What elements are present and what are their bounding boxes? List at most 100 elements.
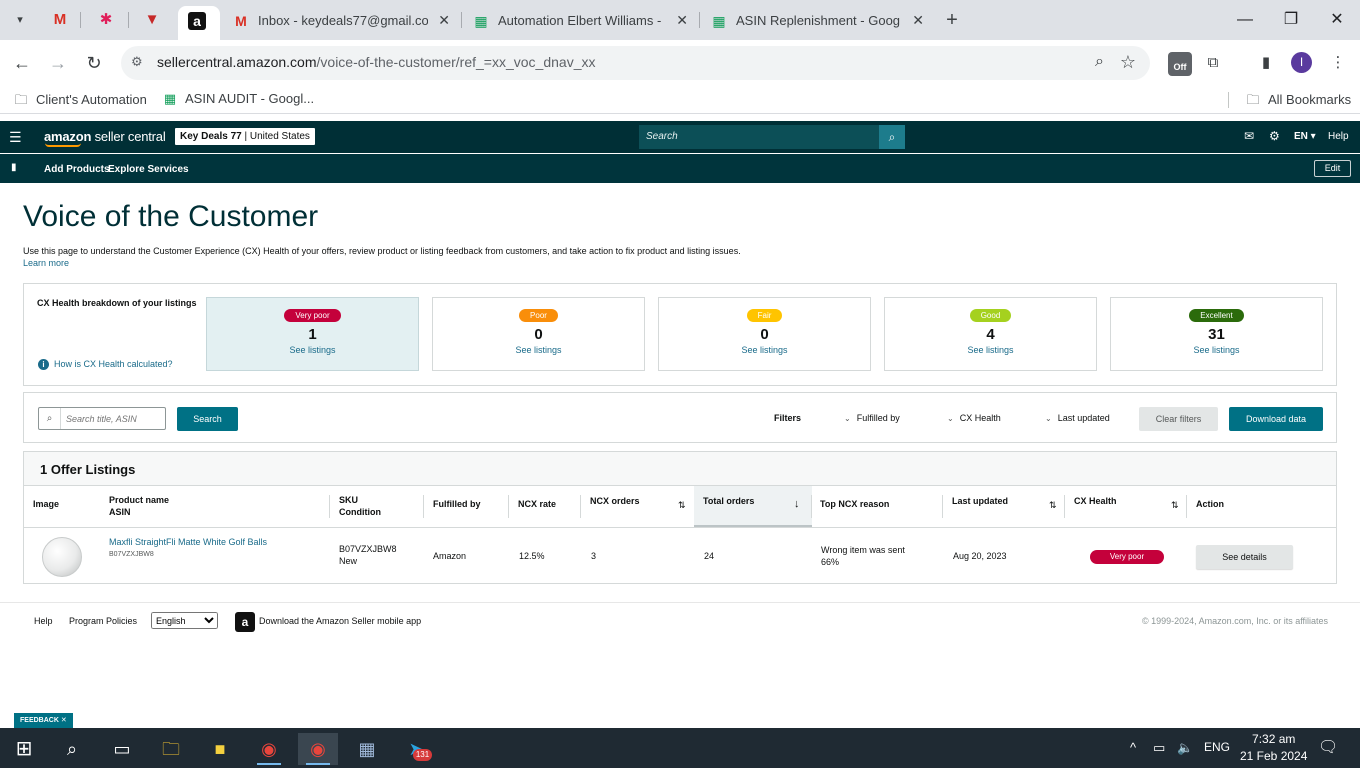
bookmark-clients-automation[interactable]: 🗀 Client's Automation: [12, 91, 146, 113]
cx-card-good[interactable]: Good 4 See listings: [884, 297, 1097, 371]
language-select[interactable]: English: [151, 612, 218, 629]
col-fulfilled-by[interactable]: Fulfilled by: [433, 499, 481, 509]
bookmark-asin-audit[interactable]: ▦ ASIN AUDIT - Googl...: [161, 91, 314, 107]
download-app-link[interactable]: Download the Amazon Seller mobile app: [259, 616, 421, 626]
golf-ball-product-image[interactable]: [42, 537, 82, 577]
learn-more-link[interactable]: Learn more: [23, 258, 69, 268]
profile-avatar[interactable]: I: [1291, 52, 1312, 73]
see-details-button[interactable]: See details: [1196, 545, 1293, 569]
hamburger-menu-icon[interactable]: ☰: [9, 129, 22, 146]
slack-pinned-tab-icon[interactable]: ✱: [94, 8, 118, 32]
cx-card-fair[interactable]: Fair 0 See listings: [658, 297, 871, 371]
sort-icon[interactable]: ⇅: [678, 500, 686, 511]
col-last-updated[interactable]: Last updated: [952, 496, 1008, 506]
download-data-button[interactable]: Download data: [1229, 407, 1323, 431]
new-tab-icon[interactable]: +: [942, 8, 962, 32]
clear-filters-button[interactable]: Clear filters: [1139, 407, 1218, 431]
see-listings-link[interactable]: See listings: [659, 345, 870, 355]
zoom-icon[interactable]: ⌕: [1095, 53, 1104, 71]
mail-icon[interactable]: ✉: [1244, 129, 1254, 143]
bookmark-star-icon[interactable]: ☆: [1120, 52, 1136, 73]
col-cx-health[interactable]: CX Health: [1074, 496, 1117, 506]
col-product-name[interactable]: Product name ASIN: [109, 494, 169, 518]
search-icon[interactable]: ⌕: [879, 125, 905, 149]
search-icon[interactable]: ⌕: [52, 733, 92, 765]
see-listings-link[interactable]: See listings: [1111, 345, 1322, 355]
sticky-notes-icon[interactable]: ■: [200, 733, 240, 765]
header-search-input[interactable]: Search: [639, 125, 879, 149]
search-button[interactable]: Search: [177, 407, 238, 431]
windows-start-icon[interactable]: ⊞: [4, 733, 44, 765]
volume-icon[interactable]: 🔈: [1177, 740, 1193, 756]
language-selector[interactable]: EN ▾: [1294, 131, 1316, 142]
url-text[interactable]: sellercentral.amazon.com/voice-of-the-cu…: [157, 54, 595, 70]
see-listings-link[interactable]: See listings: [885, 345, 1096, 355]
side-panel-icon[interactable]: ▮: [1255, 52, 1277, 74]
cx-health-filter[interactable]: ⌄ CX Health: [947, 413, 1001, 423]
forward-icon[interactable]: →: [46, 51, 70, 75]
all-bookmarks[interactable]: 🗀 All Bookmarks: [1244, 91, 1351, 113]
desktop-app-icon[interactable]: ▭: [102, 733, 142, 765]
asin-text: B07VZXJBW8: [109, 551, 154, 558]
header-help-link[interactable]: Help: [1328, 131, 1349, 142]
close-icon[interactable]: ✕: [438, 12, 450, 29]
chrome-profile-icon[interactable]: ◉: [298, 733, 338, 765]
notifications-icon[interactable]: 🗨: [1318, 737, 1338, 757]
col-total-orders[interactable]: Total orders: [703, 496, 754, 506]
col-ncx-rate[interactable]: NCX rate: [518, 499, 556, 509]
col-ncx-orders[interactable]: NCX orders: [590, 496, 640, 506]
vpn-pinned-tab-icon[interactable]: ▼: [140, 8, 164, 32]
add-products-link[interactable]: Add Products: [44, 164, 110, 175]
calculator-icon[interactable]: ▦: [347, 733, 387, 765]
program-policies-link[interactable]: Program Policies: [69, 616, 137, 626]
chrome-icon[interactable]: ◉: [249, 733, 289, 765]
cx-card-very-poor[interactable]: Very poor 1 See listings: [206, 297, 419, 371]
close-icon[interactable]: ✕: [676, 12, 688, 29]
tab-automation-sheet[interactable]: ▦ Automation Elbert Williams - Go ✕: [462, 6, 698, 40]
listing-search-field[interactable]: ⌕: [38, 407, 166, 430]
gmail-pinned-tab-icon[interactable]: M: [48, 8, 72, 32]
reload-icon[interactable]: ↻: [82, 51, 106, 75]
gear-icon[interactable]: ⚙: [1269, 129, 1280, 143]
feedback-button[interactable]: FEEDBACK ✕: [14, 713, 73, 728]
col-sku[interactable]: SKU Condition: [339, 494, 381, 518]
col-top-ncx-reason[interactable]: Top NCX reason: [820, 499, 889, 509]
input-language[interactable]: ENG: [1204, 740, 1230, 754]
restore-icon[interactable]: ❐: [1276, 8, 1306, 32]
taskbar-clock[interactable]: 7:32 am 21 Feb 2024: [1240, 731, 1307, 765]
sort-icon[interactable]: ⇅: [1049, 500, 1057, 511]
sort-descending-icon[interactable]: ↓: [794, 498, 800, 510]
browser-menu-icon[interactable]: ⋮: [1327, 52, 1349, 74]
close-window-icon[interactable]: ✕: [1322, 8, 1352, 32]
extension-off-icon[interactable]: Off: [1168, 52, 1192, 76]
listing-search-input[interactable]: [62, 409, 164, 428]
address-bar[interactable]: ⚙ sellercentral.amazon.com/voice-of-the-…: [121, 46, 1150, 80]
product-name-link[interactable]: Maxfli StraightFli Matte White Golf Ball…: [109, 537, 267, 547]
cx-health-how-link[interactable]: i How is CX Health calculated?: [38, 359, 173, 370]
fulfilled-by-filter[interactable]: ⌄ Fulfilled by: [844, 413, 900, 423]
sort-icon[interactable]: ⇅: [1171, 500, 1179, 511]
footer-help-link[interactable]: Help: [34, 616, 53, 626]
tray-chevron-up-icon[interactable]: ^: [1130, 740, 1136, 755]
see-listings-link[interactable]: See listings: [433, 345, 644, 355]
tab-amazon-active[interactable]: a: [178, 6, 220, 40]
tab-gmail-inbox[interactable]: M Inbox - keydeals77@gmail.com ✕: [222, 6, 460, 40]
site-settings-icon[interactable]: ⚙: [131, 54, 143, 70]
edit-nav-button[interactable]: Edit: [1314, 160, 1351, 177]
seller-central-logo[interactable]: amazon seller central: [44, 129, 166, 147]
extensions-puzzle-icon[interactable]: ⧉: [1202, 52, 1224, 74]
account-switcher[interactable]: Key Deals 77 | United States: [175, 128, 315, 145]
cx-card-excellent[interactable]: Excellent 31 See listings: [1110, 297, 1323, 371]
minimize-icon[interactable]: —: [1230, 8, 1260, 32]
network-icon[interactable]: ▭: [1153, 740, 1165, 756]
tab-asin-replenishment-sheet[interactable]: ▦ ASIN Replenishment - Google S ✕: [700, 6, 934, 40]
cx-card-poor[interactable]: Poor 0 See listings: [432, 297, 645, 371]
tab-search-dropdown[interactable]: ▾: [8, 9, 32, 31]
see-listings-link[interactable]: See listings: [207, 345, 418, 355]
back-icon[interactable]: ←: [10, 51, 34, 75]
last-updated-filter[interactable]: ⌄ Last updated: [1045, 413, 1110, 423]
close-icon[interactable]: ✕: [912, 12, 924, 29]
bookmark-icon[interactable]: ▮: [11, 162, 17, 173]
explore-services-link[interactable]: Explore Services: [108, 164, 189, 175]
file-explorer-icon[interactable]: 🗀: [151, 733, 191, 765]
